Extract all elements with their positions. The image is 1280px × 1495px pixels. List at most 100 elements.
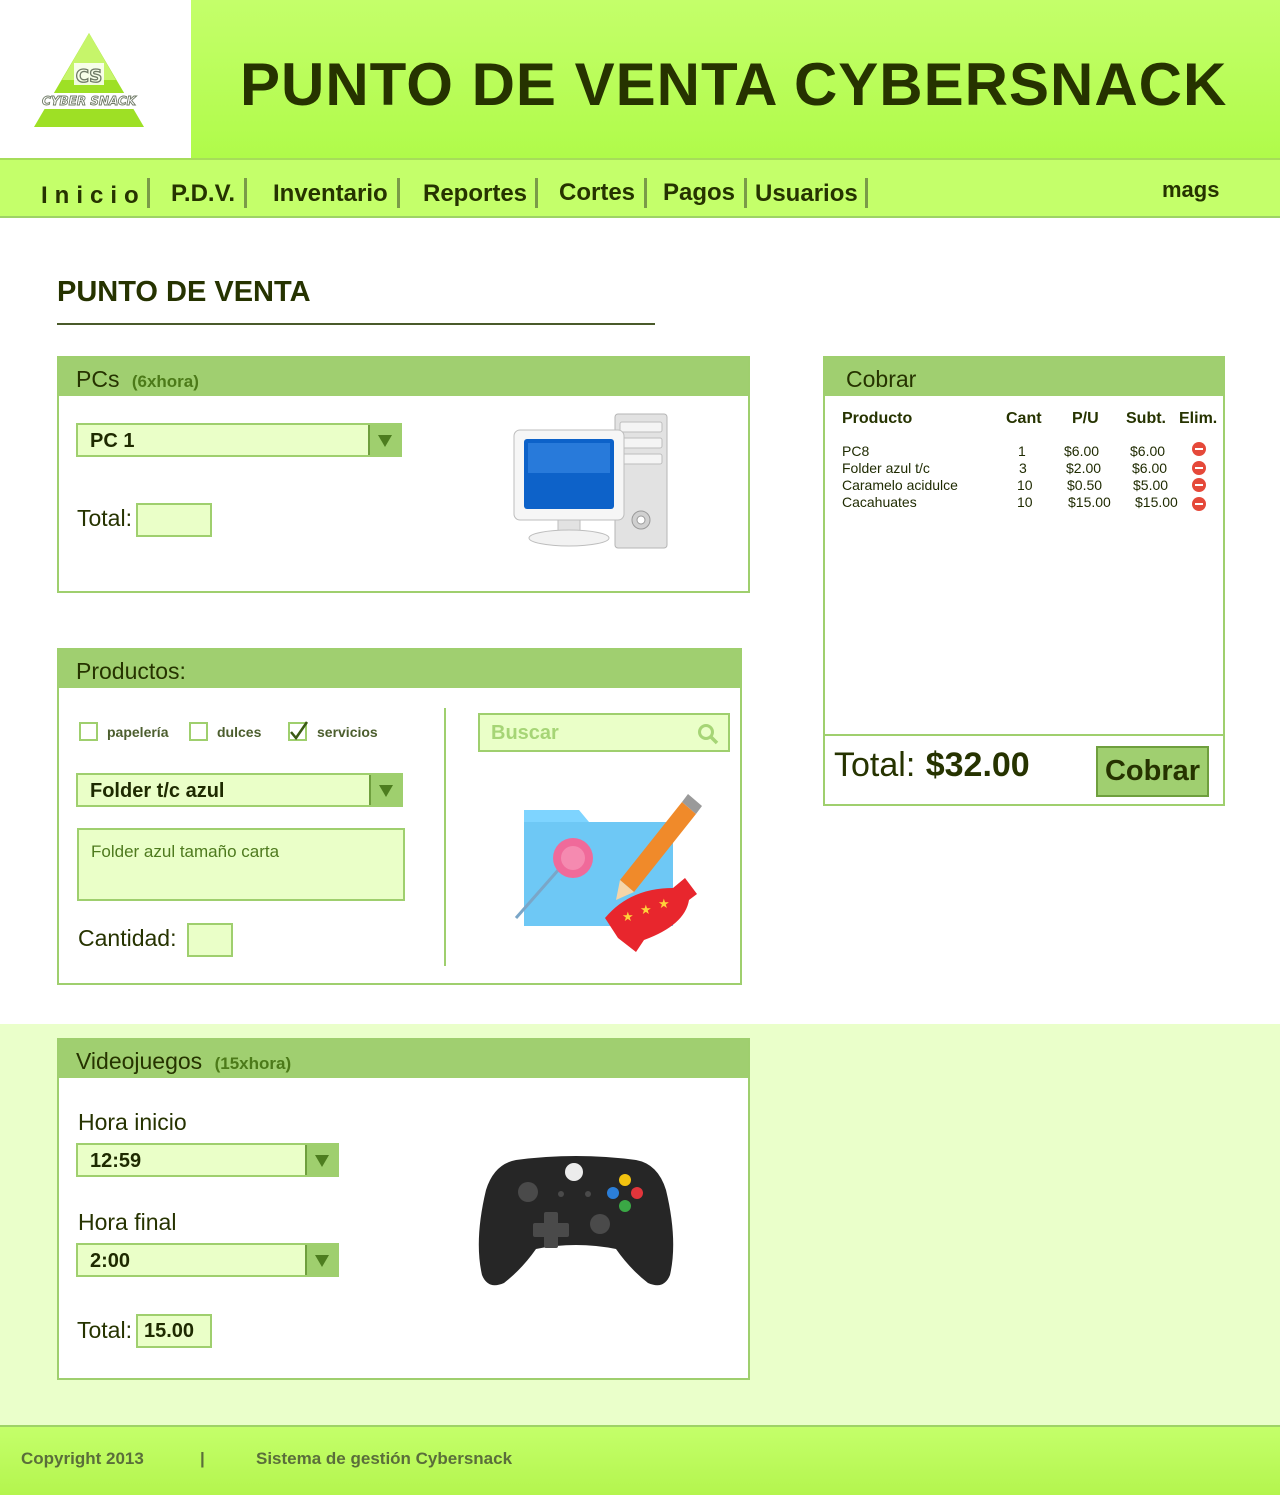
cell-pu: $15.00	[1068, 494, 1111, 510]
chevron-down-icon[interactable]	[369, 775, 401, 805]
footer-separator: |	[200, 1449, 205, 1468]
hora-inicio-value: 12:59	[90, 1150, 142, 1172]
search-placeholder: Buscar	[491, 722, 559, 744]
cell-producto: Folder azul t/c	[842, 460, 930, 476]
pcs-rate: (6xhora)	[131, 372, 199, 391]
cell-pu: $2.00	[1066, 460, 1102, 476]
cobrar-button[interactable]: Cobrar	[1096, 746, 1209, 797]
svg-text:CYBER SNACK: CYBER SNACK	[42, 94, 138, 108]
delete-icon[interactable]	[1192, 461, 1206, 475]
cobrar-total-value: $32.00	[925, 746, 1030, 784]
user-name[interactable]: mags	[1162, 177, 1219, 203]
page-title: PUNTO DE VENTA	[57, 276, 311, 308]
search-field[interactable]: Buscar	[478, 713, 730, 752]
pcs-total-field[interactable]	[136, 503, 212, 537]
cobrar-panel-header: Cobrar	[825, 358, 1223, 396]
cell-producto: Caramelo acidulce	[842, 477, 958, 493]
videojuegos-panel-header: Videojuegos (15xhora)	[59, 1040, 748, 1078]
gamepad-icon	[478, 1156, 674, 1286]
nav-separator	[865, 178, 868, 208]
videojuegos-panel-title: Videojuegos	[76, 1048, 203, 1074]
col-pu: P/U	[1072, 410, 1099, 427]
svg-text:★: ★	[658, 897, 670, 912]
cell-cant: 10	[1017, 477, 1033, 493]
delete-icon[interactable]	[1192, 497, 1206, 511]
cell-subt: $6.00	[1132, 460, 1168, 476]
filter-dulces-label: dulces	[217, 724, 262, 740]
pcs-panel-title: PCs	[76, 366, 120, 392]
nav-item-cortes[interactable]: Cortes	[559, 179, 635, 207]
filter-servicios-checkbox[interactable]	[288, 721, 309, 741]
delete-icon[interactable]	[1192, 442, 1206, 456]
cantidad-field[interactable]	[187, 923, 233, 957]
nav-item-reportes[interactable]: Reportes	[423, 180, 527, 208]
hora-inicio-select[interactable]: 12:59	[76, 1143, 339, 1177]
hora-final-select[interactable]: 2:00	[76, 1243, 339, 1277]
productos-panel-header: Productos:	[59, 650, 740, 688]
cell-subt: $15.00	[1135, 494, 1178, 510]
title-divider	[57, 323, 655, 325]
footer-system-name: Sistema de gestión Cybersnack	[256, 1449, 513, 1468]
col-subt: Subt.	[1126, 410, 1166, 427]
hora-final-value: 2:00	[90, 1250, 131, 1272]
desktop-computer-icon	[513, 413, 668, 549]
pcs-panel-header: PCs (6xhora)	[59, 358, 748, 396]
chevron-down-icon[interactable]	[305, 1245, 337, 1275]
cell-cant: 1	[1018, 443, 1026, 459]
svg-text:CS: CS	[76, 66, 103, 87]
footer-copyright: Copyright 2013	[21, 1449, 144, 1468]
cobrar-panel-title: Cobrar	[846, 366, 917, 392]
videojuegos-rate: (15xhora)	[214, 1054, 292, 1073]
nav-separator	[397, 178, 400, 208]
cobrar-total: Total: $32.00	[834, 746, 1030, 785]
nav-item-usuarios[interactable]: Usuarios	[755, 180, 858, 208]
pc-select-value: PC 1	[90, 430, 135, 452]
nav-item-pagos[interactable]: Pagos	[663, 179, 735, 207]
search-icon[interactable]	[697, 723, 719, 745]
cell-cant: 10	[1017, 494, 1033, 510]
videojuegos-total-field[interactable]: 15.00	[136, 1314, 212, 1348]
filter-servicios-label: servicios	[317, 724, 378, 740]
cantidad-label: Cantidad:	[78, 925, 177, 951]
cobrar-total-divider	[825, 734, 1223, 736]
videojuegos-total-label: Total:	[77, 1317, 132, 1343]
cyber-snack-logo-icon: CS CYBER SNACK	[34, 33, 144, 127]
cell-producto: Cacahuates	[842, 494, 917, 510]
cell-producto: PC8	[842, 443, 870, 459]
svg-text:★: ★	[622, 910, 634, 925]
checkmark-icon	[290, 721, 309, 741]
chevron-down-icon[interactable]	[305, 1145, 337, 1175]
nav-separator	[644, 178, 647, 208]
filter-dulces-checkbox[interactable]	[189, 722, 208, 741]
cell-pu: $6.00	[1064, 443, 1100, 459]
delete-icon[interactable]	[1192, 478, 1206, 492]
pcs-total-label: Total:	[77, 505, 132, 531]
nav-item-inicio[interactable]: Inicio	[41, 182, 146, 210]
nav-separator	[535, 178, 538, 208]
folder-candy-pencil-icon: ★ ★ ★	[514, 794, 702, 952]
app-title: PUNTO DE VENTA CYBERSNACK	[240, 51, 1228, 118]
hora-final-label: Hora final	[78, 1209, 177, 1235]
cell-pu: $0.50	[1067, 477, 1103, 493]
col-cant: Cant	[1006, 410, 1042, 427]
cobrar-total-label: Total:	[834, 746, 916, 784]
nav-item-pdv[interactable]: P.D.V.	[171, 180, 235, 208]
product-select[interactable]: Folder t/c azul	[76, 773, 403, 807]
product-select-value: Folder t/c azul	[90, 780, 225, 802]
col-producto: Producto	[842, 410, 913, 427]
chevron-down-icon[interactable]	[368, 425, 400, 455]
header: CS CYBER SNACK PUNTO DE VENTA CYBERSNACK	[0, 0, 1280, 160]
col-elim: Elim.	[1179, 410, 1218, 427]
product-description[interactable]: Folder azul tamaño carta	[77, 828, 405, 901]
filter-papeleria-checkbox[interactable]	[79, 722, 98, 741]
pc-select[interactable]: PC 1	[76, 423, 402, 457]
footer: Copyright 2013 | Sistema de gestión Cybe…	[0, 1425, 1280, 1495]
cell-cant: 3	[1019, 460, 1027, 476]
logo[interactable]: CS CYBER SNACK	[0, 0, 191, 158]
nav-separator	[244, 178, 247, 208]
hora-inicio-label: Hora inicio	[78, 1109, 187, 1135]
productos-divider	[444, 708, 446, 966]
main-nav: Inicio P.D.V. Inventario Reportes Cortes…	[0, 160, 1280, 218]
nav-item-inventario[interactable]: Inventario	[273, 180, 388, 208]
cell-subt: $5.00	[1133, 477, 1169, 493]
